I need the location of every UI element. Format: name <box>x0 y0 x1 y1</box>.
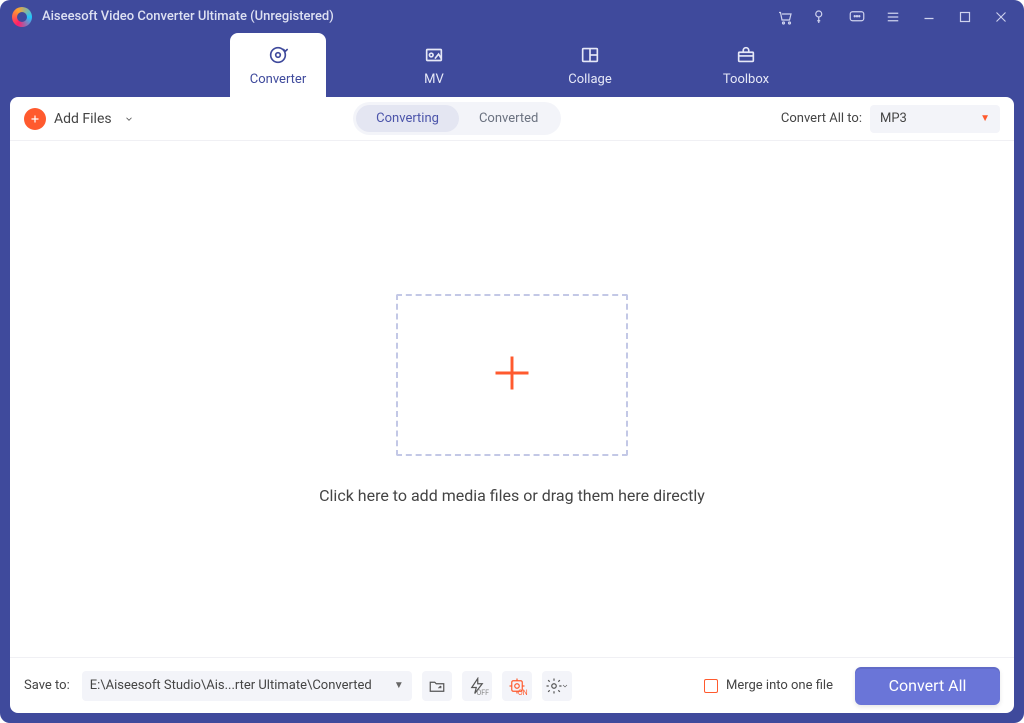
add-media-dropzone[interactable] <box>396 294 628 456</box>
key-icon[interactable] <box>812 8 830 26</box>
convert-all-button[interactable]: Convert All <box>855 667 1000 705</box>
minimize-icon[interactable] <box>920 8 938 26</box>
add-files-label: Add Files <box>54 111 112 127</box>
chevron-down-icon: ▼ <box>394 680 404 691</box>
convert-all-to-label: Convert All to: <box>781 111 862 126</box>
tab-mv-label: MV <box>424 72 444 87</box>
add-files-button[interactable]: Add Files <box>24 108 134 130</box>
save-path-value: E:\Aiseesoft Studio\Ais...rter Ultimate\… <box>90 678 372 693</box>
cart-icon[interactable] <box>776 8 794 26</box>
maximize-icon[interactable] <box>956 8 974 26</box>
tab-mv[interactable]: MV <box>386 33 482 97</box>
segment-converting[interactable]: Converting <box>356 105 459 132</box>
output-format-select[interactable]: MP3 ▼ <box>870 105 1000 133</box>
tab-toolbox[interactable]: Toolbox <box>698 33 794 97</box>
merge-checkbox[interactable]: Merge into one file <box>704 678 833 693</box>
segment-converted[interactable]: Converted <box>459 105 558 132</box>
app-title: Aiseesoft Video Converter Ultimate (Unre… <box>42 9 334 24</box>
dropzone-hint: Click here to add media files or drag th… <box>319 486 705 505</box>
high-speed-toggle[interactable]: OFF <box>462 671 492 701</box>
gpu-accel-state: ON <box>518 689 528 697</box>
tab-collage[interactable]: Collage <box>542 33 638 97</box>
close-icon[interactable] <box>992 8 1010 26</box>
tab-converter[interactable]: Converter <box>230 33 326 97</box>
tab-toolbox-label: Toolbox <box>723 72 769 87</box>
tab-converter-label: Converter <box>250 72 306 87</box>
tab-collage-label: Collage <box>568 72 611 87</box>
open-folder-button[interactable] <box>422 671 452 701</box>
save-path-select[interactable]: E:\Aiseesoft Studio\Ais...rter Ultimate\… <box>82 671 412 701</box>
output-format-value: MP3 <box>880 111 907 126</box>
dropdown-triangle-icon: ▼ <box>980 113 990 124</box>
save-to-label: Save to: <box>24 678 70 693</box>
high-speed-state: OFF <box>476 689 489 697</box>
feedback-icon[interactable] <box>848 8 866 26</box>
big-plus-icon <box>490 351 534 399</box>
status-segment: Converting Converted <box>353 102 561 135</box>
menu-icon[interactable] <box>884 8 902 26</box>
checkbox-icon <box>704 679 718 693</box>
settings-button[interactable] <box>542 671 572 701</box>
plus-circle-icon <box>24 108 46 130</box>
gpu-accel-toggle[interactable]: ON <box>502 671 532 701</box>
merge-label: Merge into one file <box>726 678 833 693</box>
app-logo-icon <box>12 7 32 27</box>
chevron-down-icon[interactable] <box>124 109 134 128</box>
